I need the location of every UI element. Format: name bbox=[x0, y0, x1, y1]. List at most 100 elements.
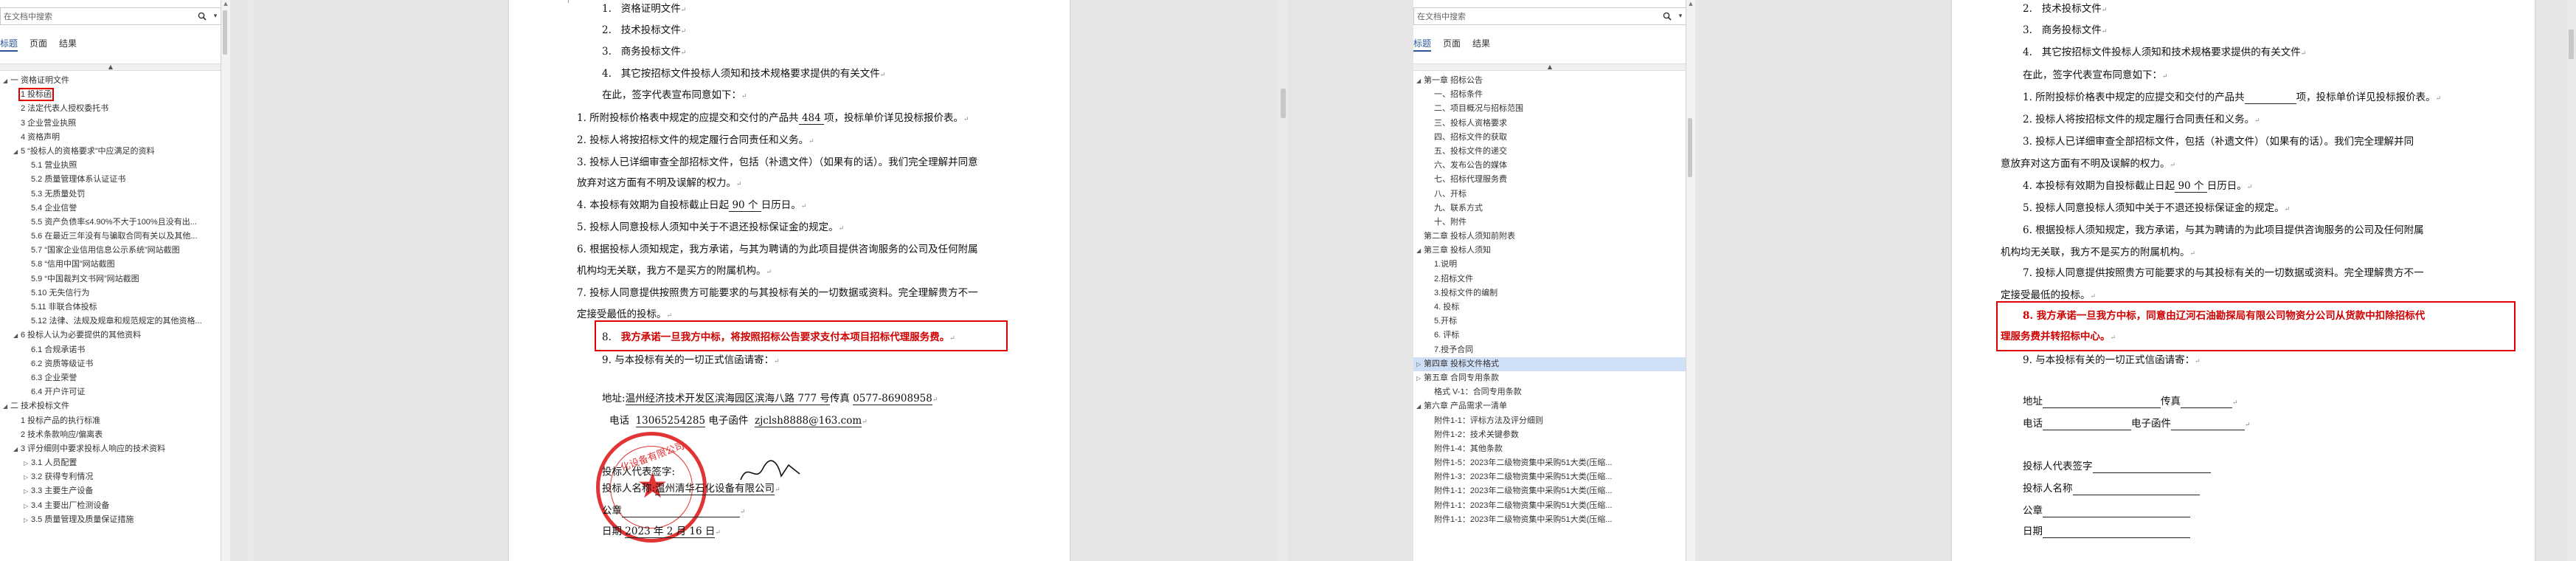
tab-headings[interactable]: 标题 bbox=[0, 37, 18, 52]
collapse-handle[interactable]: ▲ bbox=[0, 63, 221, 71]
nav-heading-item[interactable]: 6.2 资质等级证书 bbox=[0, 357, 221, 371]
nav-heading-item[interactable]: ◢ 第三章 投标人须知 bbox=[1413, 244, 1686, 258]
nav-heading-item[interactable]: ▷ 3.5 质量管理及质量保证措施 bbox=[0, 513, 221, 527]
nav-heading-item[interactable]: 5.9 “中国裁判文书网”网站截图 bbox=[0, 272, 221, 286]
search-input[interactable]: 在文档中搜索 bbox=[1, 10, 194, 22]
nav-heading-item[interactable]: 3 企业营业执照 bbox=[0, 117, 221, 131]
nav-heading-item[interactable]: 5.1 营业执照 bbox=[0, 159, 221, 173]
nav-heading-item[interactable]: 6.1 合规承诺书 bbox=[0, 343, 221, 357]
search-box[interactable]: 在文档中搜索 ▾ bbox=[0, 7, 221, 25]
nav-heading-item[interactable]: 八、开标 bbox=[1413, 187, 1686, 202]
nav-heading-item[interactable]: 附件1-1：评标方法及评分细则 bbox=[1413, 414, 1686, 428]
nav-heading-item[interactable]: ▷ 第五章 合同专用条款 bbox=[1413, 371, 1686, 385]
scroll-thumb[interactable] bbox=[223, 10, 227, 55]
nav-heading-item[interactable]: 5.6 在最近三年没有与骗取合同有关以及其他... bbox=[0, 230, 221, 244]
scroll-up-arrow-icon[interactable]: ▲ bbox=[1686, 0, 1695, 7]
expand-toggle-icon[interactable]: ▷ bbox=[1416, 371, 1424, 385]
scroll-thumb[interactable] bbox=[1281, 89, 1286, 118]
nav-heading-item[interactable]: 附件1-1：2023年二级物资集中采购51大类(压缩... bbox=[1413, 499, 1686, 513]
nav-heading-item[interactable]: 1.说明 bbox=[1413, 258, 1686, 272]
expand-toggle-icon[interactable]: ▷ bbox=[1416, 357, 1424, 371]
nav-heading-item[interactable]: 一、招标条件 bbox=[1413, 88, 1686, 102]
expand-toggle-icon[interactable]: ◢ bbox=[13, 442, 21, 456]
expand-toggle-icon[interactable]: ▷ bbox=[24, 513, 31, 527]
nav-heading-item[interactable]: 第二章 投标人须知前附表 bbox=[1413, 230, 1686, 244]
nav-heading-item[interactable]: ◢ 5 “投标人的资格要求”中应满足的资料 bbox=[0, 145, 221, 159]
nav-heading-item[interactable]: 1 投标产品的执行标准 bbox=[0, 414, 221, 428]
nav-heading-item[interactable]: ▷ 3.4 主要出厂检测设备 bbox=[0, 499, 221, 513]
expand-toggle-icon[interactable]: ◢ bbox=[1416, 244, 1424, 258]
nav-heading-item[interactable]: 5.开标 bbox=[1413, 314, 1686, 328]
nav-heading-item[interactable]: 2.招标文件 bbox=[1413, 272, 1686, 286]
nav-heading-item[interactable]: ▷ 3.1 人员配置 bbox=[0, 456, 221, 470]
expand-toggle-icon[interactable]: ▷ bbox=[24, 499, 31, 513]
expand-toggle-icon[interactable]: ◢ bbox=[3, 74, 10, 88]
nav-heading-item[interactable]: ◢ 一 资格证明文件 bbox=[0, 74, 221, 88]
nav-heading-item[interactable]: 5.8 “信用中国”网站截图 bbox=[0, 258, 221, 272]
tab-headings[interactable]: 标题 bbox=[1413, 37, 1432, 52]
nav-heading-item[interactable]: 5.7 “国家企业信用信息公示系统”网站截图 bbox=[0, 244, 221, 258]
nav-heading-item[interactable]: 附件1-1：2023年二级物资集中采购51大类(压缩... bbox=[1413, 513, 1686, 527]
nav-heading-item[interactable]: 2 法定代表人授权委托书 bbox=[0, 102, 221, 116]
nav-heading-item[interactable]: 附件1-3：2023年二级物资集中采购51大类(压缩... bbox=[1413, 470, 1686, 484]
nav-heading-item[interactable]: 十、附件 bbox=[1413, 216, 1686, 230]
expand-toggle-icon[interactable]: ◢ bbox=[3, 399, 10, 413]
nav-heading-item[interactable]: 5.2 质量管理体系认证证书 bbox=[0, 173, 221, 187]
nav-heading-item[interactable]: 4. 投标 bbox=[1413, 300, 1686, 314]
chevron-down-icon[interactable]: ▾ bbox=[1675, 13, 1686, 20]
nav-scrollbar[interactable]: ▲ bbox=[1686, 0, 1695, 561]
collapse-handle[interactable]: ▲ bbox=[1413, 63, 1686, 71]
expand-toggle-icon[interactable]: ◢ bbox=[13, 328, 21, 343]
scroll-thumb[interactable] bbox=[1688, 118, 1692, 177]
nav-heading-item[interactable]: 5.12 法律、法规及规章和规范规定的其他资格... bbox=[0, 314, 221, 328]
nav-heading-item[interactable]: 五、投标文件的递交 bbox=[1413, 145, 1686, 159]
expand-toggle-icon[interactable]: ◢ bbox=[1416, 399, 1424, 413]
nav-heading-item[interactable]: ◢ 第六章 产品需求一清单 bbox=[1413, 399, 1686, 413]
expand-toggle-icon[interactable]: ▷ bbox=[24, 470, 31, 484]
nav-heading-item[interactable]: ◢ 3 评分细则中要求投标人响应的技术资料 bbox=[0, 442, 221, 456]
nav-heading-item[interactable]: 二、项目概况与招标范围 bbox=[1413, 102, 1686, 116]
tab-results[interactable]: 结果 bbox=[59, 37, 77, 52]
nav-heading-item[interactable]: 三、投标人资格要求 bbox=[1413, 117, 1686, 131]
expand-toggle-icon[interactable]: ◢ bbox=[13, 145, 21, 159]
nav-heading-item[interactable]: ◢ 二 技术投标文件 bbox=[0, 399, 221, 413]
nav-heading-item[interactable]: 九、联系方式 bbox=[1413, 202, 1686, 216]
tab-pages[interactable]: 页面 bbox=[1443, 37, 1461, 52]
nav-heading-item[interactable]: 1 投标函 bbox=[0, 88, 221, 102]
tab-results[interactable]: 结果 bbox=[1472, 37, 1490, 52]
nav-heading-item[interactable]: 附件1-2：技术关键参数 bbox=[1413, 428, 1686, 442]
nav-heading-item[interactable]: 4 资格声明 bbox=[0, 131, 221, 145]
expand-toggle-icon[interactable]: ▷ bbox=[24, 456, 31, 470]
search-icon[interactable] bbox=[1659, 8, 1675, 24]
nav-heading-item[interactable]: 附件1-1：2023年二级物资集中采购51大类(压缩... bbox=[1413, 484, 1686, 498]
search-icon[interactable] bbox=[194, 8, 210, 24]
nav-heading-item[interactable]: 5.10 无失信行为 bbox=[0, 286, 221, 300]
search-box[interactable]: 在文档中搜索 ▾ bbox=[1413, 7, 1686, 25]
nav-heading-item[interactable]: 5.5 资产负债率≤4.90%不大于100%且没有出... bbox=[0, 216, 221, 230]
nav-heading-item[interactable]: ▷ 3.2 获得专利情况 bbox=[0, 470, 221, 484]
nav-heading-item[interactable]: 四、招标文件的获取 bbox=[1413, 131, 1686, 145]
nav-heading-item[interactable]: 附件1-5：2023年二级物资集中采购51大类(压缩... bbox=[1413, 456, 1686, 470]
nav-heading-item[interactable]: 附件1-4：其他条款 bbox=[1413, 442, 1686, 456]
nav-heading-item[interactable]: 6.3 企业荣誉 bbox=[0, 371, 221, 385]
nav-heading-item[interactable]: 6. 评标 bbox=[1413, 328, 1686, 343]
nav-heading-item[interactable]: ◢ 第一章 招标公告 bbox=[1413, 74, 1686, 88]
nav-heading-item[interactable]: 5.3 无质量处罚 bbox=[0, 187, 221, 202]
nav-heading-item[interactable]: 七、招标代理服务费 bbox=[1413, 173, 1686, 187]
nav-heading-item[interactable]: 2 技术条款响应/偏离表 bbox=[0, 428, 221, 442]
nav-heading-item[interactable]: 5.11 非联合体投标 bbox=[0, 300, 221, 314]
nav-heading-item[interactable]: 7.授予合同 bbox=[1413, 343, 1686, 357]
nav-scrollbar[interactable]: ▲ bbox=[221, 0, 230, 561]
tab-pages[interactable]: 页面 bbox=[30, 37, 47, 52]
nav-heading-item[interactable]: 格式 V-1：合同专用条款 bbox=[1413, 385, 1686, 399]
doc-scrollbar[interactable] bbox=[2566, 0, 2576, 561]
search-input[interactable]: 在文档中搜索 bbox=[1414, 10, 1659, 22]
expand-toggle-icon[interactable]: ▷ bbox=[24, 484, 31, 498]
nav-heading-item[interactable]: 6.4 开户许可证 bbox=[0, 385, 221, 399]
scroll-thumb[interactable] bbox=[2569, 30, 2574, 59]
nav-heading-item[interactable]: ◢ 6 投标人认为必要提供的其他资料 bbox=[0, 328, 221, 343]
nav-heading-item[interactable]: 5.4 企业信誉 bbox=[0, 202, 221, 216]
doc-scrollbar[interactable] bbox=[1278, 0, 1288, 561]
nav-heading-item[interactable]: 六、发布公告的媒体 bbox=[1413, 159, 1686, 173]
nav-heading-item[interactable]: ▷ 第四章 投标文件格式 bbox=[1413, 357, 1686, 371]
